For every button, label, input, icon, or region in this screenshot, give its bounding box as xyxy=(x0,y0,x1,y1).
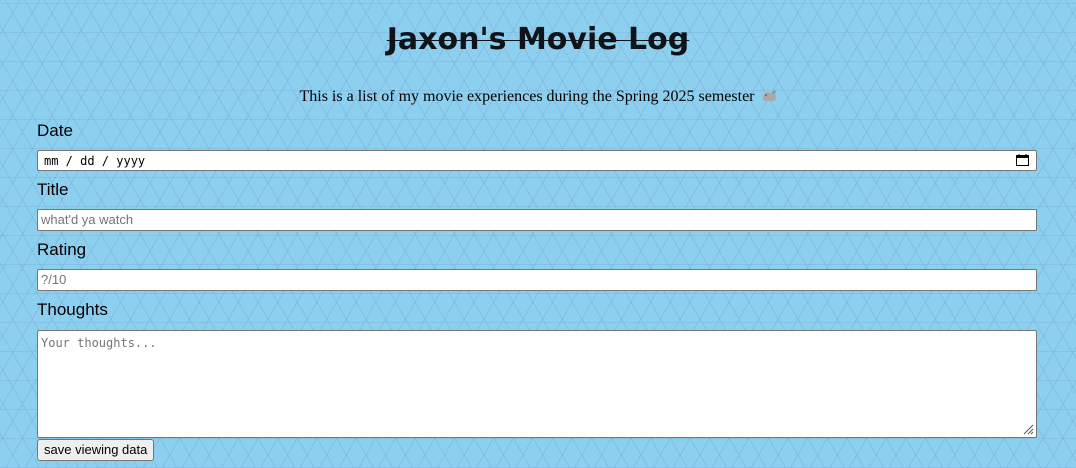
calendar-icon[interactable] xyxy=(1016,154,1029,166)
title-label: Title xyxy=(37,180,69,199)
squirrel-emoji-icon xyxy=(762,90,776,101)
thoughts-label: Thoughts xyxy=(37,300,108,319)
thoughts-textarea[interactable]: Your thoughts... xyxy=(37,330,1037,438)
date-label: Date xyxy=(37,121,73,140)
date-placeholder: mm / dd / yyyy xyxy=(44,153,146,168)
title-placeholder: what'd ya watch xyxy=(41,212,134,227)
rating-label: Rating xyxy=(37,240,87,259)
thoughts-placeholder: Your thoughts... xyxy=(41,336,157,350)
page-title: Jaxon's Movie Log xyxy=(386,22,690,57)
subtitle-text: This is a list of my movie experiences d… xyxy=(299,88,755,105)
title-input[interactable]: what'd ya watch xyxy=(37,209,1037,231)
resize-grip-icon[interactable] xyxy=(1022,423,1034,435)
date-input[interactable]: mm / dd / yyyy xyxy=(37,150,1037,171)
rating-placeholder: ?/10 xyxy=(41,272,67,287)
rating-input[interactable]: ?/10 xyxy=(37,269,1037,291)
save-viewing-data-button[interactable]: save viewing data xyxy=(37,439,155,461)
page-subtitle: This is a list of my movie experiences d… xyxy=(0,88,1076,106)
